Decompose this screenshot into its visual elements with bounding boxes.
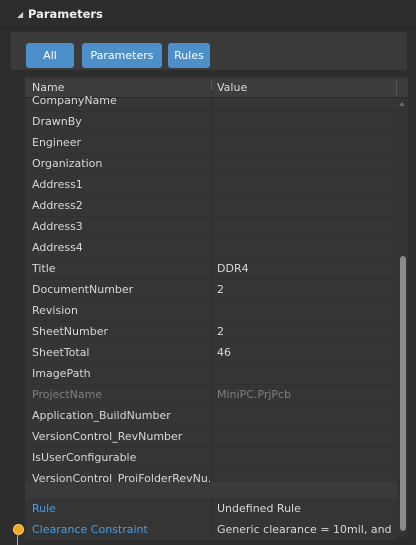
rule-value: Generic clearance = 10mil, and 2... xyxy=(217,523,395,536)
parameter-name: ProjectName xyxy=(32,388,103,401)
filter-parameters-button[interactable]: Parameters xyxy=(82,43,162,68)
vertical-scrollbar[interactable] xyxy=(397,98,408,537)
parameter-value[interactable]: 2 xyxy=(217,283,392,296)
parameters-section-header[interactable]: ◢ Parameters xyxy=(0,0,416,29)
parameter-name: ImagePath xyxy=(32,367,91,380)
table-row[interactable]: DocumentNumber 2 xyxy=(25,279,397,301)
parameter-name: Title xyxy=(32,262,56,275)
rule-row[interactable]: Clearance Constraint Generic clearance = … xyxy=(25,519,397,540)
table-row[interactable]: Address3 xyxy=(25,216,397,238)
cell-divider xyxy=(211,405,212,426)
cell-divider xyxy=(211,174,212,195)
cell-divider xyxy=(211,342,212,363)
cell-divider xyxy=(211,300,212,321)
parameter-name: Revision xyxy=(32,304,78,317)
marker-line xyxy=(17,533,18,545)
parameter-value[interactable]: 46 xyxy=(217,346,392,359)
table-row[interactable]: Engineer xyxy=(25,132,397,154)
parameter-name: SheetNumber xyxy=(32,325,108,338)
parameter-name: Organization xyxy=(32,157,103,170)
table-row[interactable]: Application_BuildNumber xyxy=(25,405,397,427)
table-row[interactable]: Address2 xyxy=(25,195,397,217)
section-title: Parameters xyxy=(28,7,103,21)
scroll-up-arrow-icon[interactable] xyxy=(399,102,405,106)
cell-divider xyxy=(211,132,212,153)
parameter-name: SheetTotal xyxy=(32,346,90,359)
rule-label: Rule xyxy=(32,502,56,515)
cell-divider xyxy=(211,195,212,216)
parameter-name: CompanyName xyxy=(32,94,117,107)
table-row[interactable]: IsUserConfigurable xyxy=(25,447,397,469)
cell-divider xyxy=(211,321,212,342)
table-row[interactable]: CompanyName xyxy=(25,90,397,112)
table-row[interactable]: Address1 xyxy=(25,174,397,196)
parameter-name: Address4 xyxy=(32,241,83,254)
cell-divider xyxy=(211,153,212,174)
cell-divider xyxy=(211,258,212,279)
cell-divider xyxy=(211,216,212,237)
cell-divider xyxy=(211,447,212,468)
table-row[interactable]: ProjectName MiniPC.PrjPcb xyxy=(25,384,397,406)
parameter-name: DrawnBy xyxy=(32,115,82,128)
parameter-name: Address3 xyxy=(32,220,83,233)
cell-divider xyxy=(211,426,212,447)
table-row[interactable]: VersionControl_RevNumber xyxy=(25,426,397,448)
filter-rules-button[interactable]: Rules xyxy=(168,43,210,68)
parameters-grid: Name Value CompanyName DrawnBy Engineer Org… xyxy=(25,76,408,537)
parameter-name: Engineer xyxy=(32,136,81,149)
cell-divider xyxy=(211,363,212,384)
table-row[interactable]: SheetTotal 46 xyxy=(25,342,397,364)
cell-divider xyxy=(211,498,212,519)
scroll-thumb[interactable] xyxy=(400,256,406,531)
table-row[interactable]: DrawnBy xyxy=(25,111,397,133)
cell-divider xyxy=(211,384,212,405)
rule-link[interactable]: Clearance Constraint xyxy=(32,523,148,536)
table-row[interactable]: SheetNumber 2 xyxy=(25,321,397,343)
cell-divider xyxy=(211,279,212,300)
table-row[interactable]: Organization xyxy=(25,153,397,175)
parameter-name: IsUserConfigurable xyxy=(32,451,137,464)
parameter-name: VersionControl_RevNumber xyxy=(32,430,183,443)
parameter-value[interactable]: 2 xyxy=(217,325,392,338)
parameter-value[interactable]: MiniPC.PrjPcb xyxy=(217,388,392,401)
parameter-name: Application_BuildNumber xyxy=(32,409,171,422)
cell-divider xyxy=(211,90,212,111)
cell-divider xyxy=(211,111,212,132)
parameter-name: Address1 xyxy=(32,178,83,191)
table-row[interactable]: Title DDR4 xyxy=(25,258,397,280)
table-row[interactable]: Revision xyxy=(25,300,397,322)
cell-divider xyxy=(211,237,212,258)
rule-row[interactable]: Rule Undefined Rule xyxy=(25,498,397,519)
parameter-name: DocumentNumber xyxy=(32,283,134,296)
cell-divider xyxy=(211,519,212,540)
parameter-name: Address2 xyxy=(32,199,83,212)
properties-panel: ◢ Parameters All Parameters Rules Name V… xyxy=(0,0,416,545)
filter-all-button[interactable]: All xyxy=(26,43,74,68)
table-row[interactable]: ImagePath xyxy=(25,363,397,385)
collapse-triangle-icon[interactable]: ◢ xyxy=(17,10,25,19)
selection-marker-icon xyxy=(13,524,24,535)
parameter-value[interactable]: DDR4 xyxy=(217,262,392,275)
filter-bar: All Parameters Rules xyxy=(11,32,407,70)
table-row[interactable]: Address4 xyxy=(25,237,397,259)
rules-separator xyxy=(25,482,397,498)
rule-value: Undefined Rule xyxy=(217,502,301,515)
